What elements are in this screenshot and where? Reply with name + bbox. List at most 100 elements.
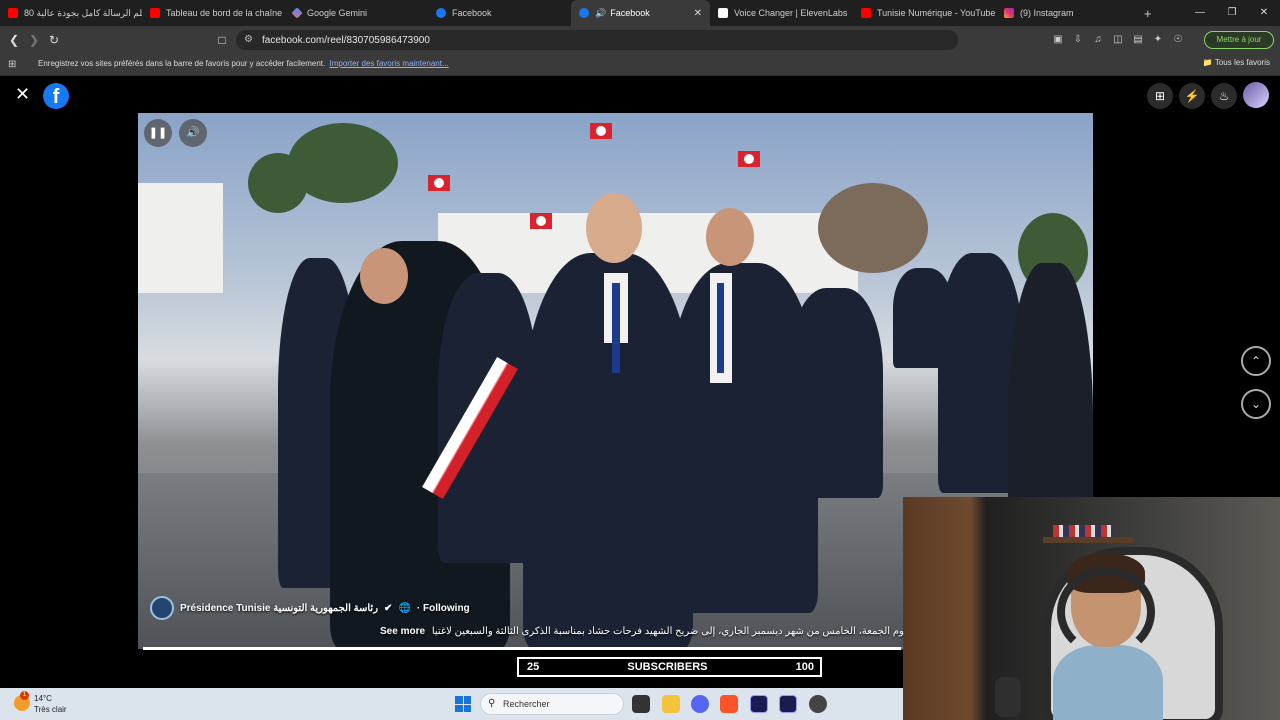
bookmarks-hint-text: Enregistrez vos sites préférés dans la b…: [38, 59, 326, 68]
tab-label: فيلم الرسالة كامل بجودة عالية 80: [24, 7, 142, 18]
progress-fill: [143, 647, 901, 650]
subs-label: SUBSCRIBERS: [627, 661, 708, 673]
close-tab-icon[interactable]: ✕: [688, 8, 702, 19]
reload-icon[interactable]: ↻: [44, 33, 64, 47]
microphone: [995, 677, 1021, 717]
bookmark-icon[interactable]: □: [212, 33, 232, 47]
headphones: [1057, 567, 1155, 657]
wallet-icon[interactable]: ▤: [1130, 32, 1146, 48]
tab-1[interactable]: Tableau de bord de la chaîne -: [142, 0, 285, 26]
bookmarks-hint: Enregistrez vos sites préférés dans la b…: [38, 59, 449, 68]
tunisia-flag: [428, 175, 450, 191]
tunisia-flag: [590, 123, 612, 139]
apps-grid-icon[interactable]: ⊞: [8, 59, 16, 70]
facebook-logo[interactable]: f: [43, 83, 69, 109]
window-controls: — ❐ ✕: [1184, 0, 1280, 26]
channel-avatar[interactable]: [150, 596, 174, 620]
back-icon[interactable]: ❮: [4, 33, 24, 47]
extensions: ▣ ⇩ ♫ ◫ ▤ ✦ ☉: [1050, 32, 1186, 48]
tab-4-active[interactable]: 🔊 Facebook ✕: [571, 0, 710, 26]
tab-3[interactable]: Facebook: [428, 0, 571, 26]
verified-icon: ✔: [384, 602, 393, 614]
vpn-icon[interactable]: ☉: [1170, 32, 1186, 48]
person: [788, 288, 883, 498]
speaker-icon[interactable]: 🔊: [595, 8, 606, 19]
youtube-icon: [8, 8, 18, 18]
after-effects-icon[interactable]: [779, 695, 797, 713]
folder-icon: 📁: [1202, 58, 1213, 67]
gemini-icon: [291, 7, 303, 19]
url-text: facebook.com/reel/830705986473900: [262, 34, 430, 46]
download-icon[interactable]: ⇩: [1070, 32, 1086, 48]
channel-name[interactable]: Présidence Tunisie رئاسة الجمهورية التون…: [180, 603, 378, 614]
building-left: [138, 183, 223, 293]
screenshot-icon[interactable]: ▣: [1050, 32, 1066, 48]
discord-icon[interactable]: [691, 695, 709, 713]
webcam-overlay: [903, 497, 1280, 720]
previous-reel-icon[interactable]: ⌃: [1241, 346, 1271, 376]
tab-2[interactable]: Google Gemini: [285, 0, 428, 26]
restore-icon[interactable]: ❐: [1216, 0, 1248, 26]
close-window-icon[interactable]: ✕: [1248, 0, 1280, 26]
following-label[interactable]: · Following: [417, 603, 470, 614]
search-placeholder: Rechercher: [503, 699, 550, 709]
caption-text: اليوم الجمعة، الخامس من شهر ديسمبر الجار…: [431, 626, 922, 637]
streamer: [1053, 553, 1163, 720]
subscribers-counter: 25 SUBSCRIBERS 100: [517, 657, 822, 677]
shelf: [1043, 537, 1133, 543]
windows-start-icon[interactable]: [455, 696, 471, 712]
minimize-icon[interactable]: —: [1184, 0, 1216, 26]
tunisia-flag: [738, 151, 760, 167]
subs-right: 100: [795, 661, 814, 673]
forward-icon[interactable]: ❯: [24, 33, 44, 47]
tie: [717, 283, 724, 373]
leo-icon[interactable]: ✦: [1150, 32, 1166, 48]
update-button[interactable]: Mettre à jour: [1204, 31, 1274, 49]
tab-7[interactable]: (9) Instagram: [996, 0, 1136, 26]
sidebar-icon[interactable]: ◫: [1110, 32, 1126, 48]
file-explorer-icon[interactable]: [662, 695, 680, 713]
next-reel-icon[interactable]: ⌄: [1241, 389, 1271, 419]
tree: [818, 183, 928, 273]
messenger-icon[interactable]: ⚡: [1179, 83, 1205, 109]
tab-label: (9) Instagram: [1020, 8, 1074, 18]
all-bookmarks[interactable]: 📁 Tous les favoris: [1203, 58, 1270, 67]
weather-widget[interactable]: 14°C Très clair: [34, 693, 67, 715]
weather-badge: 1: [20, 691, 29, 700]
tunisia-flag: [530, 213, 552, 229]
volume-icon[interactable]: 🔊: [179, 119, 207, 147]
premiere-icon[interactable]: [750, 695, 768, 713]
close-reel-icon[interactable]: ✕: [15, 84, 30, 105]
music-icon[interactable]: ♫: [1090, 32, 1106, 48]
import-bookmarks-link[interactable]: Importer des favoris maintenant...: [329, 59, 448, 68]
see-more-link[interactable]: See more: [380, 626, 425, 637]
tab-label: Tableau de bord de la chaîne -: [166, 8, 285, 18]
tab-label: Voice Changer | ElevenLabs: [734, 8, 848, 18]
obs-icon[interactable]: [809, 695, 827, 713]
instagram-icon: [1004, 8, 1014, 18]
task-view-icon[interactable]: [632, 695, 650, 713]
profile-avatar[interactable]: [1243, 82, 1269, 108]
person-head: [360, 248, 408, 304]
menu-grid-icon[interactable]: ⊞: [1147, 83, 1173, 109]
bookshelf: [1053, 525, 1113, 537]
weather-condition: Très clair: [34, 705, 67, 714]
notifications-bell-icon[interactable]: ♨: [1211, 83, 1237, 109]
address-bar[interactable]: ⚙ facebook.com/reel/830705986473900: [236, 30, 958, 50]
channel-info: Présidence Tunisie رئاسة الجمهورية التون…: [150, 596, 470, 620]
tab-0[interactable]: فيلم الرسالة كامل بجودة عالية 80: [0, 0, 142, 26]
taskbar-search[interactable]: ⚲ Rechercher: [480, 693, 624, 715]
tie: [612, 283, 620, 373]
facebook-icon: [436, 8, 446, 18]
progress-bar[interactable]: [143, 647, 903, 650]
youtube-studio-icon: [150, 8, 160, 18]
pause-icon[interactable]: ❚❚: [144, 119, 172, 147]
tab-6[interactable]: Tunisie Numérique - YouTube: [853, 0, 996, 26]
site-settings-icon[interactable]: ⚙: [244, 34, 253, 45]
brave-icon[interactable]: [720, 695, 738, 713]
palm-tree: [248, 153, 308, 213]
tab-5[interactable]: Voice Changer | ElevenLabs: [710, 0, 853, 26]
person-head: [706, 208, 754, 266]
person-head: [586, 193, 642, 263]
new-tab-button[interactable]: +: [1136, 0, 1160, 26]
